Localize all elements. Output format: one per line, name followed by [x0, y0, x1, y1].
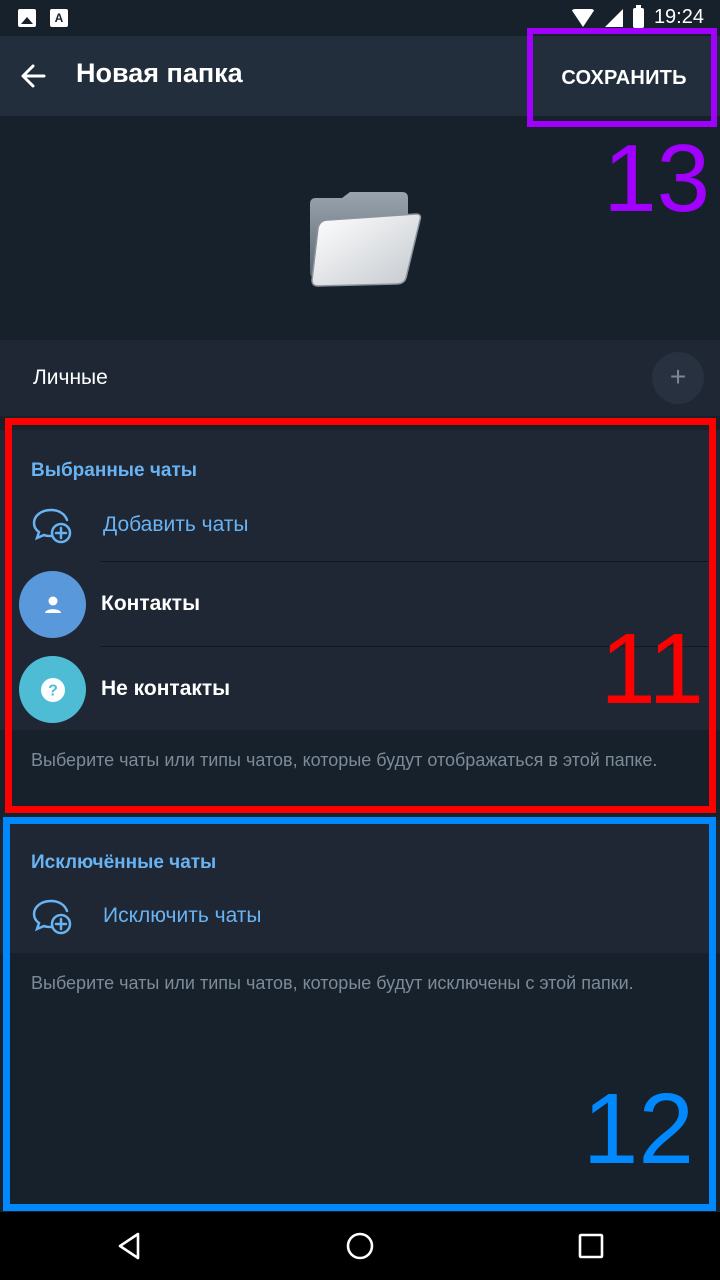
annotation-number-12: 12 [582, 1073, 694, 1185]
navigation-bar [0, 1212, 720, 1280]
folder-icon [310, 192, 422, 287]
folder-name-field[interactable]: Личные [33, 366, 108, 390]
back-triangle-icon[interactable] [114, 1230, 146, 1262]
recents-square-icon[interactable] [575, 1230, 607, 1262]
battery-icon [632, 4, 644, 28]
annotation-box-13 [527, 28, 717, 127]
annotation-number-13: 13 [603, 125, 710, 232]
wifi-icon [570, 8, 595, 27]
signal-icon [604, 8, 623, 27]
arrow-left-icon [21, 64, 46, 88]
font-icon: A [50, 9, 68, 27]
folder-name-row: Личные + [0, 340, 720, 416]
add-emoji-button[interactable]: + [652, 352, 704, 404]
back-button[interactable] [14, 56, 54, 96]
status-time: 19:24 [653, 6, 704, 28]
home-circle-icon[interactable] [344, 1230, 376, 1262]
image-icon [18, 9, 36, 27]
annotation-number-11: 11 [600, 613, 704, 725]
page-title: Новая папка [76, 58, 243, 88]
